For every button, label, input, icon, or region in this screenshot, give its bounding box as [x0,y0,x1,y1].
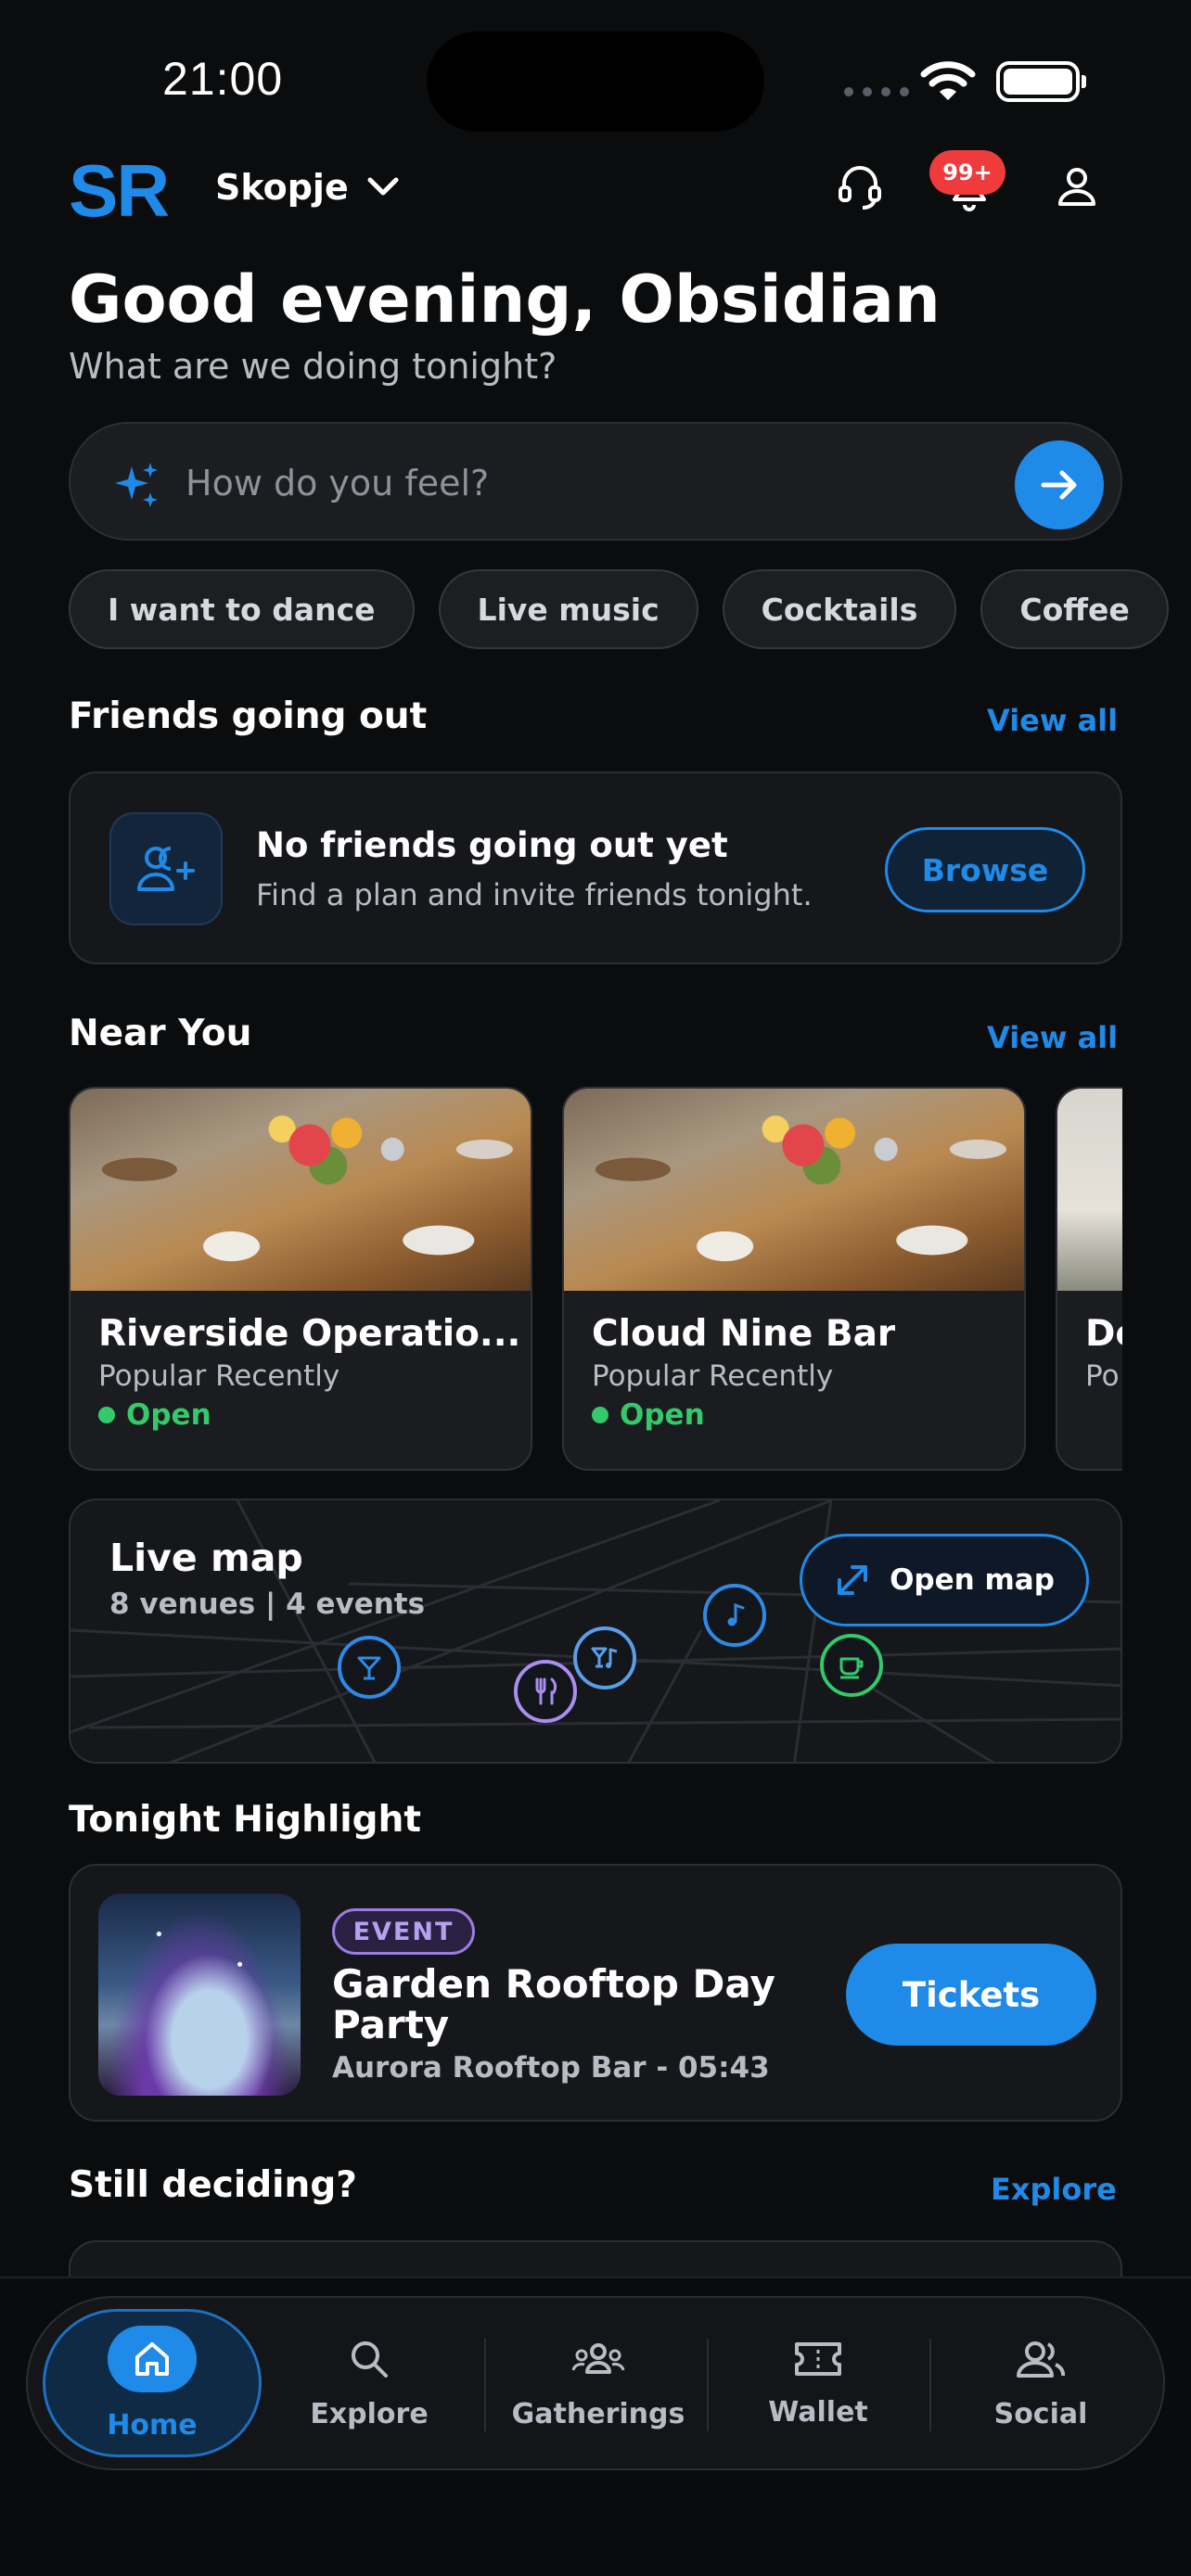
battery-icon [996,61,1086,102]
event-tag: EVENT [332,1908,475,1955]
venue-status-label: Open [126,1398,211,1432]
add-friend-icon [109,812,223,925]
nav-gatherings-label: Gatherings [511,2397,685,2430]
near-you-view-all-link[interactable]: View all [987,1020,1118,1055]
live-map-summary: 8 venues | 4 events [109,1588,426,1621]
explore-link[interactable]: Explore [991,2172,1117,2207]
highlight-card[interactable]: EVENT Garden Rooftop Day Party Aurora Ro… [69,1864,1122,2122]
nav-divider [484,2339,486,2431]
chip-live-music[interactable]: Live music [438,569,698,649]
event-subtitle: Aurora Rooftop Bar - 05:43 [332,2051,770,2085]
nav-wallet-label: Wallet [768,2395,868,2429]
browse-button[interactable]: Browse [885,827,1085,912]
restaurant-pin-icon[interactable] [514,1660,577,1723]
mood-search-bar[interactable] [69,422,1122,541]
live-map-title: Live map [109,1536,303,1580]
venue-card[interactable]: Riverside Operatio... Popular Recently O… [69,1087,532,1471]
nav-wallet[interactable]: Wallet [725,2298,911,2468]
cellular-signal-icon [844,87,909,96]
greeting-title: Good evening, Obsidian [69,261,941,338]
app-logo[interactable]: SR [69,148,170,234]
tonight-highlight-title: Tonight Highlight [69,1799,422,1841]
open-map-label: Open map [890,1563,1055,1597]
near-you-carousel[interactable]: Riverside Operatio... Popular Recently O… [69,1087,1122,1471]
venue-status: Open [592,1398,705,1432]
tickets-button[interactable]: Tickets [846,1944,1096,2046]
people-icon [1017,2340,1066,2378]
search-icon [352,2340,388,2378]
cocktail-pin-icon[interactable] [338,1636,401,1699]
friends-empty-subtitle: Find a plan and invite friends tonight. [256,877,813,912]
friends-empty-card: No friends going out yet Find a plan and… [69,772,1122,964]
status-dot-icon [592,1407,608,1423]
venue-card[interactable]: De Po [1056,1087,1122,1471]
nav-explore[interactable]: Explore [276,2298,462,2468]
nav-gatherings[interactable]: Gatherings [492,2298,705,2468]
venue-subtitle: Popular Recently [592,1359,834,1393]
still-deciding-title: Still deciding? [69,2164,357,2206]
nav-divider [929,2339,931,2431]
venue-status-label: Open [620,1398,705,1432]
nav-social[interactable]: Social [948,2298,1133,2468]
profile-icon[interactable] [1046,156,1108,217]
venue-image [70,1089,531,1291]
chip-coffee[interactable]: Coffee [980,569,1169,649]
venue-image [1057,1089,1122,1291]
group-icon [571,2342,625,2374]
bottom-navigation: Home Explore Gatherings Wallet Social [26,2296,1165,2470]
status-time: 21:00 [162,53,284,105]
bar-music-pin-icon[interactable] [573,1626,636,1690]
chip-dance[interactable]: I want to dance [69,569,415,649]
nav-explore-label: Explore [310,2397,429,2430]
mood-search-input[interactable] [186,461,983,505]
home-icon [108,2325,197,2392]
friends-empty-title: No friends going out yet [256,825,728,865]
nav-home-label: Home [107,2408,198,2442]
event-title: Garden Rooftop Day Party [332,1961,775,2047]
event-image [98,1894,301,2096]
city-label: Skopje [215,167,349,208]
nav-home[interactable]: Home [43,2298,262,2468]
dynamic-island [427,32,764,132]
friends-view-all-link[interactable]: View all [987,703,1118,738]
sparkle-icon [115,463,158,507]
quick-filter-chips: I want to dance Live music Cocktails Cof… [69,569,1169,649]
status-dot-icon [98,1407,115,1423]
venue-name: Riverside Operatio... [98,1313,521,1355]
wifi-icon [920,59,976,106]
venue-name: De [1085,1313,1122,1355]
notification-badge: 99+ [929,150,1005,195]
venue-image [564,1089,1024,1291]
arrow-right-icon [1041,470,1077,500]
near-you-title: Near You [69,1013,252,1054]
greeting-subtitle: What are we doing tonight? [69,346,557,387]
nav-divider [707,2339,709,2431]
ticket-icon [795,2341,841,2376]
open-map-button[interactable]: Open map [800,1534,1089,1626]
nav-social-label: Social [993,2397,1088,2430]
chevron-down-icon [367,177,399,196]
coffee-pin-icon[interactable] [820,1634,883,1697]
venue-subtitle: Popular Recently [98,1359,340,1393]
venue-subtitle: Po [1085,1359,1120,1393]
search-submit-button[interactable] [1015,440,1104,529]
expand-icon [838,1565,868,1595]
venue-status: Open [98,1398,211,1432]
music-pin-icon[interactable] [703,1584,766,1647]
chip-cocktails[interactable]: Cocktails [722,569,957,649]
venue-card[interactable]: Cloud Nine Bar Popular Recently Open [562,1087,1026,1471]
city-selector[interactable]: Skopje [215,167,399,208]
venue-name: Cloud Nine Bar [592,1313,896,1355]
friends-section-title: Friends going out [69,695,428,737]
support-icon[interactable] [829,156,890,217]
live-map-card[interactable]: Live map 8 venues | 4 events Open map [69,1498,1122,1764]
